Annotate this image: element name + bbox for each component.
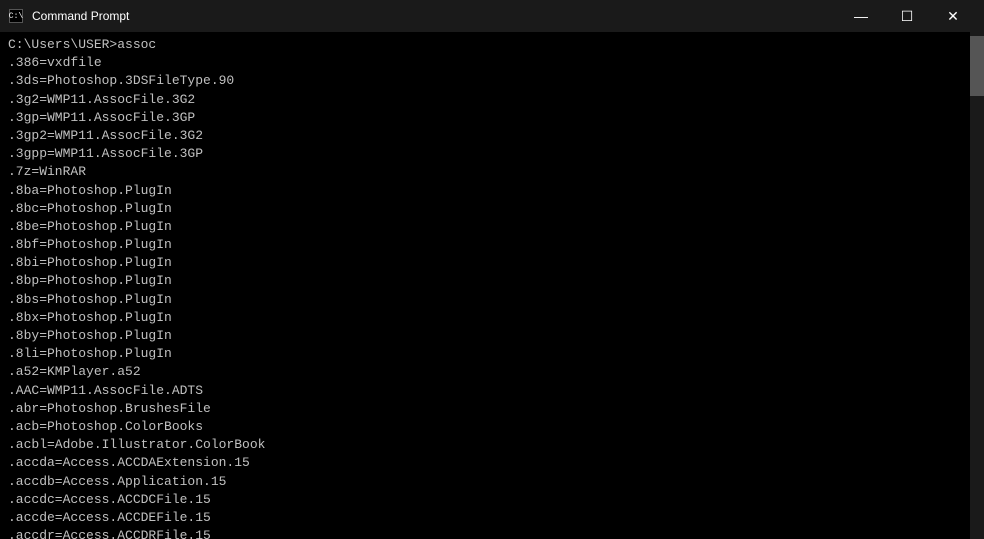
terminal-line: .8bi=Photoshop.PlugIn bbox=[8, 254, 962, 272]
terminal-line: .accdr=Access.ACCDRFile.15 bbox=[8, 527, 962, 539]
terminal-line: .AAC=WMP11.AssocFile.ADTS bbox=[8, 382, 962, 400]
terminal-line: .386=vxdfile bbox=[8, 54, 962, 72]
content-area: C:\Users\USER>assoc.386=vxdfile.3ds=Phot… bbox=[0, 32, 984, 539]
cmd-icon-graphic: C:\ bbox=[9, 9, 23, 23]
terminal-line: .8by=Photoshop.PlugIn bbox=[8, 327, 962, 345]
terminal-line: .8ba=Photoshop.PlugIn bbox=[8, 182, 962, 200]
terminal-line: .8bs=Photoshop.PlugIn bbox=[8, 291, 962, 309]
terminal-line: C:\Users\USER>assoc bbox=[8, 36, 962, 54]
scrollbar[interactable] bbox=[970, 32, 984, 539]
window-title: Command Prompt bbox=[32, 9, 129, 23]
maximize-button[interactable]: ☐ bbox=[884, 0, 930, 32]
close-button[interactable]: ✕ bbox=[930, 0, 976, 32]
terminal-line: .8bx=Photoshop.PlugIn bbox=[8, 309, 962, 327]
terminal-line: .3gpp=WMP11.AssocFile.3GP bbox=[8, 145, 962, 163]
title-bar-controls: — ☐ ✕ bbox=[838, 0, 976, 32]
terminal-line: .8bc=Photoshop.PlugIn bbox=[8, 200, 962, 218]
terminal-line: .3ds=Photoshop.3DSFileType.90 bbox=[8, 72, 962, 90]
terminal-line: .8li=Photoshop.PlugIn bbox=[8, 345, 962, 363]
terminal-line: .8be=Photoshop.PlugIn bbox=[8, 218, 962, 236]
terminal-line: .3gp2=WMP11.AssocFile.3G2 bbox=[8, 127, 962, 145]
terminal-line: .3g2=WMP11.AssocFile.3G2 bbox=[8, 91, 962, 109]
terminal-line: .accde=Access.ACCDEFile.15 bbox=[8, 509, 962, 527]
terminal-line: .8bf=Photoshop.PlugIn bbox=[8, 236, 962, 254]
terminal-line: .acb=Photoshop.ColorBooks bbox=[8, 418, 962, 436]
scrollbar-thumb[interactable] bbox=[970, 36, 984, 96]
terminal-line: .acbl=Adobe.Illustrator.ColorBook bbox=[8, 436, 962, 454]
terminal-line: .7z=WinRAR bbox=[8, 163, 962, 181]
terminal-line: .accda=Access.ACCDAExtension.15 bbox=[8, 454, 962, 472]
terminal-content[interactable]: C:\Users\USER>assoc.386=vxdfile.3ds=Phot… bbox=[0, 32, 970, 539]
minimize-button[interactable]: — bbox=[838, 0, 884, 32]
title-bar-left: C:\ Command Prompt bbox=[8, 8, 129, 24]
app-icon: C:\ bbox=[8, 8, 24, 24]
terminal-line: .abr=Photoshop.BrushesFile bbox=[8, 400, 962, 418]
window: C:\ Command Prompt — ☐ ✕ C:\Users\USER>a… bbox=[0, 0, 984, 539]
terminal-line: .8bp=Photoshop.PlugIn bbox=[8, 272, 962, 290]
terminal-line: .accdc=Access.ACCDCFile.15 bbox=[8, 491, 962, 509]
terminal-line: .accdb=Access.Application.15 bbox=[8, 473, 962, 491]
terminal-line: .3gp=WMP11.AssocFile.3GP bbox=[8, 109, 962, 127]
terminal-line: .a52=KMPlayer.a52 bbox=[8, 363, 962, 381]
title-bar: C:\ Command Prompt — ☐ ✕ bbox=[0, 0, 984, 32]
